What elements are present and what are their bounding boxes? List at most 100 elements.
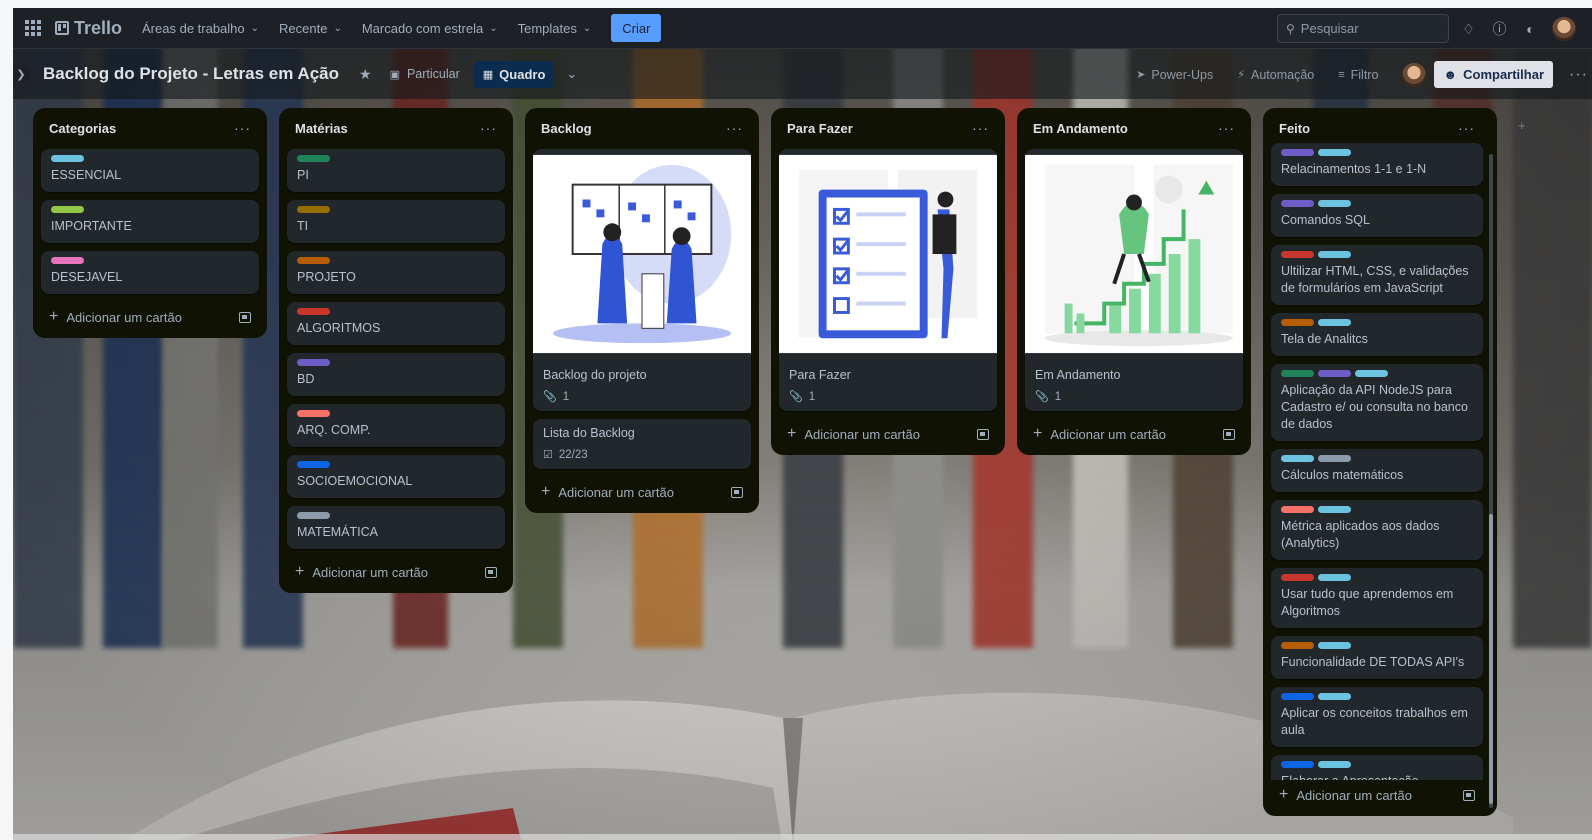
card-label[interactable] [1318,319,1351,326]
card-label[interactable] [1318,761,1351,768]
notifications-icon[interactable]: ♢ [1459,20,1478,39]
card[interactable]: ESSENCIAL [41,149,259,192]
card[interactable]: ALGORITMOS [287,302,505,345]
card-label[interactable] [1318,200,1351,207]
card-label[interactable] [1281,506,1314,513]
board-view-button[interactable]: ▦ Quadro [473,60,555,88]
star-icon[interactable]: ★ [359,66,372,83]
card[interactable]: PROJETO [287,251,505,294]
card-label[interactable] [1281,693,1314,700]
card-label[interactable] [1281,200,1314,207]
powerups-button[interactable]: ➤ Power-Ups [1136,68,1213,82]
member-avatar[interactable] [1402,62,1427,87]
card-label[interactable] [297,155,330,162]
card[interactable]: BD [287,353,505,396]
card-template-icon[interactable] [1463,789,1475,801]
card-label[interactable] [297,359,330,366]
card-label[interactable] [297,410,330,417]
card[interactable]: Aplicação da API NodeJS para Cadastro e/… [1271,364,1483,441]
card[interactable]: DESEJAVEL [41,251,259,294]
card[interactable]: IMPORTANTE [41,200,259,243]
card[interactable]: ARQ. COMP. [287,404,505,447]
card[interactable]: Métrica aplicados aos dados (Analytics) [1271,500,1483,560]
list-menu-icon[interactable]: ··· [480,120,497,136]
card-label[interactable] [1281,251,1314,258]
list-title[interactable]: Matérias [295,121,348,136]
card[interactable]: Comandos SQL [1271,194,1483,237]
list-menu-icon[interactable]: ··· [234,120,251,136]
card-label[interactable] [1355,370,1388,377]
nav-workspaces[interactable]: Áreas de trabalho ⌄ [142,21,259,36]
scrollbar-thumb[interactable] [1489,514,1493,804]
card[interactable]: Aplicar os conceitos trabalhos em aula [1271,687,1483,747]
card-label[interactable] [1281,455,1314,462]
list-menu-icon[interactable]: ··· [726,120,743,136]
card-label[interactable] [297,257,330,264]
card[interactable]: Elaborar a Apresentação [1271,755,1483,780]
card-template-icon[interactable] [731,486,743,498]
search-input[interactable]: ⚲ Pesquisar [1277,14,1449,43]
card[interactable]: TI [287,200,505,243]
add-card-button[interactable]: + Adicionar um cartão [287,557,505,585]
card[interactable]: Tela de Analitcs [1271,313,1483,356]
card-label[interactable] [1281,761,1314,768]
add-card-button[interactable]: + Adicionar um cartão [779,419,997,447]
user-avatar[interactable] [1552,17,1576,41]
nav-recent[interactable]: Recente ⌄ [279,21,342,36]
card[interactable]: Em Andamento 📎 1 [1025,149,1243,411]
add-card-button[interactable]: + Adicionar um cartão [533,477,751,505]
card[interactable]: Backlog do projeto 📎 1 [533,149,751,411]
card-template-icon[interactable] [485,566,497,578]
card-label[interactable] [297,512,330,519]
card-template-icon[interactable] [239,311,251,323]
add-card-button[interactable]: + Adicionar um cartão [41,302,259,330]
card-label[interactable] [1281,149,1314,156]
card[interactable]: Lista do Backlog ☑ 22/23 [533,419,751,469]
nav-starred[interactable]: Marcado com estrela ⌄ [362,21,498,36]
card-label[interactable] [1318,574,1351,581]
card[interactable]: Cálculos matemáticos [1271,449,1483,492]
list-title[interactable]: Feito [1279,121,1310,136]
list-title[interactable]: Em Andamento [1033,121,1128,136]
card-label[interactable] [51,155,84,162]
card-label[interactable] [51,257,84,264]
list-menu-icon[interactable]: ··· [1218,120,1235,136]
card-label[interactable] [1281,574,1314,581]
help-icon[interactable]: ⓘ [1490,20,1509,39]
filter-button[interactable]: ≡ Filtro [1338,68,1378,82]
add-list-plus-icon[interactable]: + [1518,118,1526,133]
list-menu-icon[interactable]: ··· [1458,120,1475,136]
list-menu-icon[interactable]: ··· [972,120,989,136]
card-label[interactable] [1318,370,1351,377]
card-label[interactable] [1318,455,1351,462]
card-label[interactable] [51,206,84,213]
board-title[interactable]: Backlog do Projeto - Letras em Ação [43,64,339,84]
app-switcher-icon[interactable] [23,18,43,38]
list-title[interactable]: Para Fazer [787,121,853,136]
expand-sidebar-icon[interactable]: ❯ [13,64,31,84]
card-template-icon[interactable] [977,428,989,440]
create-button[interactable]: Criar [611,14,662,42]
card-label[interactable] [297,206,330,213]
list-title[interactable]: Categorias [49,121,116,136]
theme-contrast-icon[interactable]: ◐ [1521,20,1540,39]
card-label[interactable] [1318,149,1351,156]
card[interactable]: Relacinamentos 1-1 e 1-N [1271,143,1483,186]
card-label[interactable] [1318,506,1351,513]
card-label[interactable] [1318,251,1351,258]
nav-templates[interactable]: Templates ⌄ [518,21,592,36]
card[interactable]: SOCIOEMOCIONAL [287,455,505,498]
card-label[interactable] [1281,370,1314,377]
chevron-down-icon[interactable]: ⌄ [566,66,577,82]
add-card-button[interactable]: + Adicionar um cartão [1271,780,1483,808]
horizontal-scrollbar-thumb[interactable] [13,834,97,840]
list-title[interactable]: Backlog [541,121,592,136]
card[interactable]: Usar tudo que aprendemos em Algoritmos [1271,568,1483,628]
share-button[interactable]: ☻ Compartilhar [1434,61,1554,88]
add-card-button[interactable]: + Adicionar um cartão [1025,419,1243,447]
card-label[interactable] [1318,642,1351,649]
card[interactable]: Para Fazer 📎 1 [779,149,997,411]
card-label[interactable] [1318,693,1351,700]
horizontal-scrollbar[interactable] [13,834,1592,840]
automation-button[interactable]: ⚡ Automação [1237,68,1314,82]
